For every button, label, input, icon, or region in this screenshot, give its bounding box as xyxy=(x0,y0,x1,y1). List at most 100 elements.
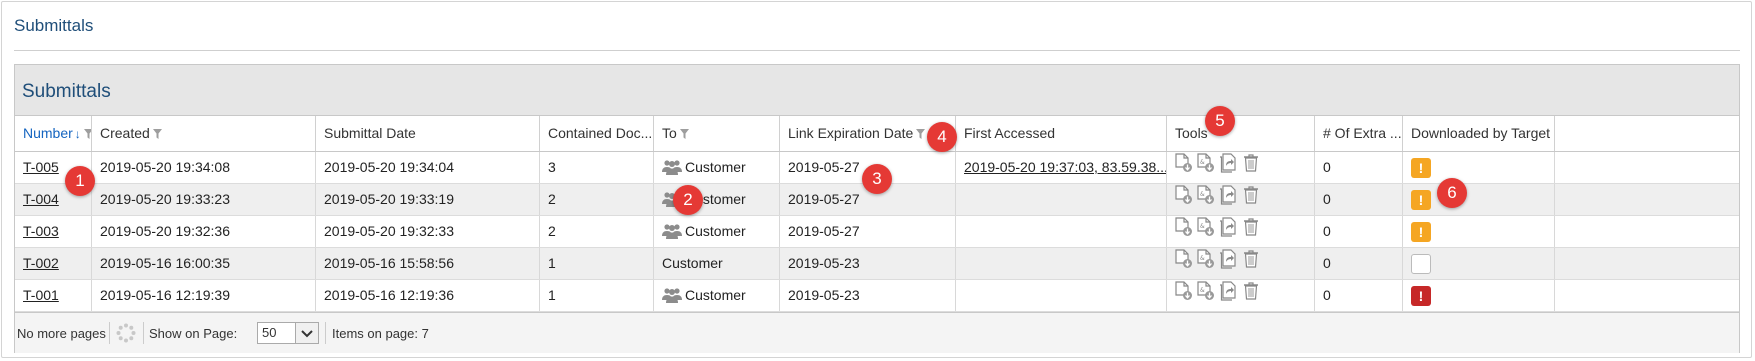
link-expiration-cell: 2019-05-23 xyxy=(780,248,956,279)
submittal-date-cell: 2019-05-16 12:19:36 xyxy=(316,280,540,311)
warning-status-icon: ! xyxy=(1411,190,1431,211)
page-title: Submittals xyxy=(14,16,94,35)
to-cell: Customer xyxy=(654,248,780,279)
grid-footer: No more pages Show on Page: 50 Items on … xyxy=(15,312,1739,353)
callout-marker-2: 2 xyxy=(673,185,703,215)
first-accessed-link[interactable]: 2019-05-20 19:37:03, 83.59.38... xyxy=(964,159,1166,175)
table-row[interactable]: T-002 2019-05-16 16:00:35 2019-05-16 15:58… xyxy=(15,248,1739,280)
forward-icon[interactable] xyxy=(1219,281,1239,311)
created-value: 2019-05-20 19:34:08 xyxy=(100,159,230,175)
submittal-number-link[interactable]: T-003 xyxy=(23,223,59,239)
empty-status-icon xyxy=(1411,254,1431,275)
certificate-download-icon[interactable]: & xyxy=(1197,249,1215,279)
certificate-download-icon[interactable]: & xyxy=(1197,185,1215,215)
submittal-date-value: 2019-05-20 19:32:33 xyxy=(324,223,454,239)
created-value: 2019-05-16 12:19:39 xyxy=(100,287,230,303)
column-header-label: Submittal Date xyxy=(324,125,416,141)
table-row[interactable]: T-003 2019-05-20 19:32:36 2019-05-20 19:32… xyxy=(15,216,1739,248)
forward-icon[interactable] xyxy=(1219,249,1239,279)
callout-marker-6: 6 xyxy=(1437,178,1467,208)
certificate-download-icon[interactable]: & xyxy=(1197,217,1215,247)
extra-cell: 0 xyxy=(1315,248,1403,279)
to-cell: Customer xyxy=(654,152,780,183)
trash-icon[interactable] xyxy=(1243,217,1259,247)
certificate-download-icon[interactable]: & xyxy=(1197,153,1215,183)
forward-icon[interactable] xyxy=(1219,217,1239,247)
sort-desc-icon: ↓ xyxy=(74,127,81,141)
submittal-number-link[interactable]: T-005 xyxy=(23,159,59,175)
column-header-label: Created xyxy=(100,125,150,141)
certificate-download-icon[interactable]: & xyxy=(1197,281,1215,311)
extra-count-value: 0 xyxy=(1323,223,1331,239)
document-download-icon[interactable] xyxy=(1175,217,1193,247)
document-download-icon[interactable] xyxy=(1175,185,1193,215)
link-expiration-cell: 2019-05-23 xyxy=(780,280,956,311)
extra-count-value: 0 xyxy=(1323,287,1331,303)
paging-status: No more pages xyxy=(17,326,106,341)
downloaded-by-target-cell: ! xyxy=(1403,216,1555,247)
table-row[interactable]: T-001 2019-05-16 12:19:39 2019-05-16 12:19… xyxy=(15,280,1739,312)
page-size-value: 50 xyxy=(262,325,277,340)
submittal-number-link[interactable]: T-001 xyxy=(23,287,59,303)
page-size-select[interactable]: 50 xyxy=(257,322,319,344)
link-expiration-value: 2019-05-27 xyxy=(788,191,860,207)
created-value: 2019-05-20 19:33:23 xyxy=(100,191,230,207)
refresh-icon[interactable] xyxy=(116,323,136,346)
column-header-label: Downloaded by Target xyxy=(1411,125,1551,141)
column-header-number[interactable]: Number ↓ xyxy=(15,116,92,151)
trash-icon[interactable] xyxy=(1243,153,1259,183)
chevron-down-icon[interactable] xyxy=(295,323,318,343)
column-header-first-accessed[interactable]: First Accessed xyxy=(956,116,1167,151)
submittal-date-cell: 2019-05-20 19:33:19 xyxy=(316,184,540,215)
column-header-to[interactable]: To xyxy=(654,116,780,151)
footer-divider xyxy=(143,322,144,344)
document-download-icon[interactable] xyxy=(1175,281,1193,311)
column-header-label: Link Expiration Date xyxy=(788,125,914,141)
submittal-date-value: 2019-05-20 19:33:19 xyxy=(324,191,454,207)
filter-icon[interactable] xyxy=(916,117,926,151)
created-value: 2019-05-16 16:00:35 xyxy=(100,255,230,271)
created-cell: 2019-05-16 16:00:35 xyxy=(92,248,316,279)
filter-icon[interactable] xyxy=(152,117,162,151)
callout-marker-4: 4 xyxy=(927,122,957,152)
document-download-icon[interactable] xyxy=(1175,153,1193,183)
recipient-value: Customer xyxy=(685,223,746,239)
people-icon xyxy=(662,155,682,183)
number-cell: T-002 xyxy=(15,248,92,279)
column-header-tools[interactable]: Tools xyxy=(1167,116,1315,151)
filter-icon[interactable] xyxy=(679,117,689,151)
column-header-label: Number xyxy=(23,125,73,141)
forward-icon[interactable] xyxy=(1219,153,1239,183)
column-header-created[interactable]: Created xyxy=(92,116,316,151)
people-icon xyxy=(662,219,682,247)
document-download-icon[interactable] xyxy=(1175,249,1193,279)
callout-marker-5: 5 xyxy=(1205,106,1235,136)
column-header-extra[interactable]: # Of Extra ... xyxy=(1315,116,1403,151)
downloaded-by-target-cell: ! xyxy=(1403,152,1555,183)
to-cell: Customer xyxy=(654,216,780,247)
forward-icon[interactable] xyxy=(1219,185,1239,215)
column-header-label: Contained Doc... xyxy=(548,125,653,141)
submittal-number-link[interactable]: T-004 xyxy=(23,191,59,207)
submittal-number-link[interactable]: T-002 xyxy=(23,255,59,271)
column-header-submittal-date[interactable]: Submittal Date xyxy=(316,116,540,151)
created-cell: 2019-05-20 19:32:36 xyxy=(92,216,316,247)
extra-cell: 0 xyxy=(1315,280,1403,311)
column-header-label: First Accessed xyxy=(964,125,1056,141)
panel-header: Submittals xyxy=(15,65,1739,116)
link-expiration-cell: 2019-05-27 xyxy=(780,216,956,247)
column-header-contained-documents[interactable]: Contained Doc... xyxy=(540,116,654,151)
filter-icon[interactable] xyxy=(83,117,91,151)
trash-icon[interactable] xyxy=(1243,281,1259,311)
column-header-label: Tools xyxy=(1175,125,1208,141)
warning-status-icon: ! xyxy=(1411,222,1431,243)
submittal-date-value: 2019-05-16 12:19:36 xyxy=(324,287,454,303)
title-divider xyxy=(14,50,1740,51)
submittal-date-cell: 2019-05-20 19:32:33 xyxy=(316,216,540,247)
created-cell: 2019-05-16 12:19:39 xyxy=(92,280,316,311)
trash-icon[interactable] xyxy=(1243,185,1259,215)
recipient-value: Customer xyxy=(662,255,723,271)
column-header-downloaded-by-target[interactable]: Downloaded by Target xyxy=(1403,116,1555,151)
trash-icon[interactable] xyxy=(1243,249,1259,279)
number-cell: T-001 xyxy=(15,280,92,311)
